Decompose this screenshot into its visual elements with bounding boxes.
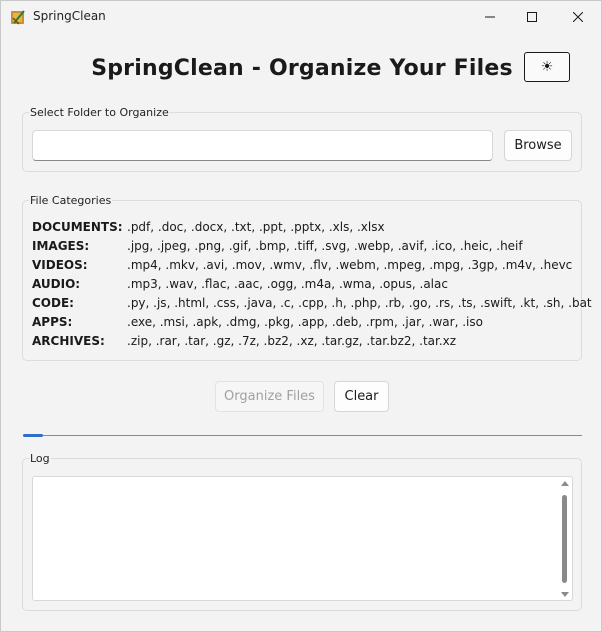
log-scrollbar[interactable] [559,479,571,599]
category-name: CODE: [32,296,74,310]
minimize-button[interactable] [467,1,513,32]
window-title: SpringClean [33,9,106,23]
category-name: DOCUMENTS: [32,220,123,234]
clear-button[interactable]: Clear [334,381,389,412]
category-extensions: .mp4, .mkv, .avi, .mov, .wmv, .flv, .web… [127,258,573,272]
log-output[interactable] [32,476,573,601]
folder-group-label: Select Folder to Organize [29,106,170,119]
category-extensions: .zip, .rar, .tar, .gz, .7z, .bz2, .xz, .… [127,334,457,348]
progress-bar [23,435,582,436]
sun-icon: ☀ [540,59,554,75]
log-group-label: Log [29,452,51,465]
title-bar[interactable]: SpringClean [1,1,601,32]
theme-toggle-button[interactable]: ☀ [524,52,570,82]
close-button[interactable] [555,1,601,32]
folder-path-input[interactable] [32,130,493,161]
minimize-icon [485,16,495,17]
page-title: SpringClean - Organize Your Files [91,56,513,81]
broom-icon [11,10,25,25]
category-name: APPS: [32,315,73,329]
close-icon [573,11,583,22]
category-extensions: .py, .js, .html, .css, .java, .c, .cpp, … [127,296,592,310]
category-name: AUDIO: [32,277,81,291]
scroll-thumb[interactable] [562,495,567,583]
organize-files-button[interactable]: Organize Files [215,381,324,412]
maximize-icon [527,11,537,22]
category-extensions: .mp3, .wav, .flac, .aac, .ogg, .m4a, .wm… [127,277,448,291]
category-name: VIDEOS: [32,258,88,272]
app-window: SpringClean SpringClean - Organize Your … [0,0,602,632]
scroll-down-icon[interactable] [561,592,569,597]
category-extensions: .jpg, .jpeg, .png, .gif, .bmp, .tiff, .s… [127,239,523,253]
progress-bar-fill [23,434,43,437]
maximize-button[interactable] [509,1,555,32]
category-extensions: .pdf, .doc, .docx, .txt, .ppt, .pptx, .x… [127,220,385,234]
categories-group-label: File Categories [29,194,113,207]
browse-button[interactable]: Browse [504,130,572,161]
scroll-up-icon[interactable] [561,481,569,486]
category-extensions: .exe, .msi, .apk, .dmg, .pkg, .app, .deb… [127,315,483,329]
category-name: ARCHIVES: [32,334,105,348]
category-name: IMAGES: [32,239,90,253]
